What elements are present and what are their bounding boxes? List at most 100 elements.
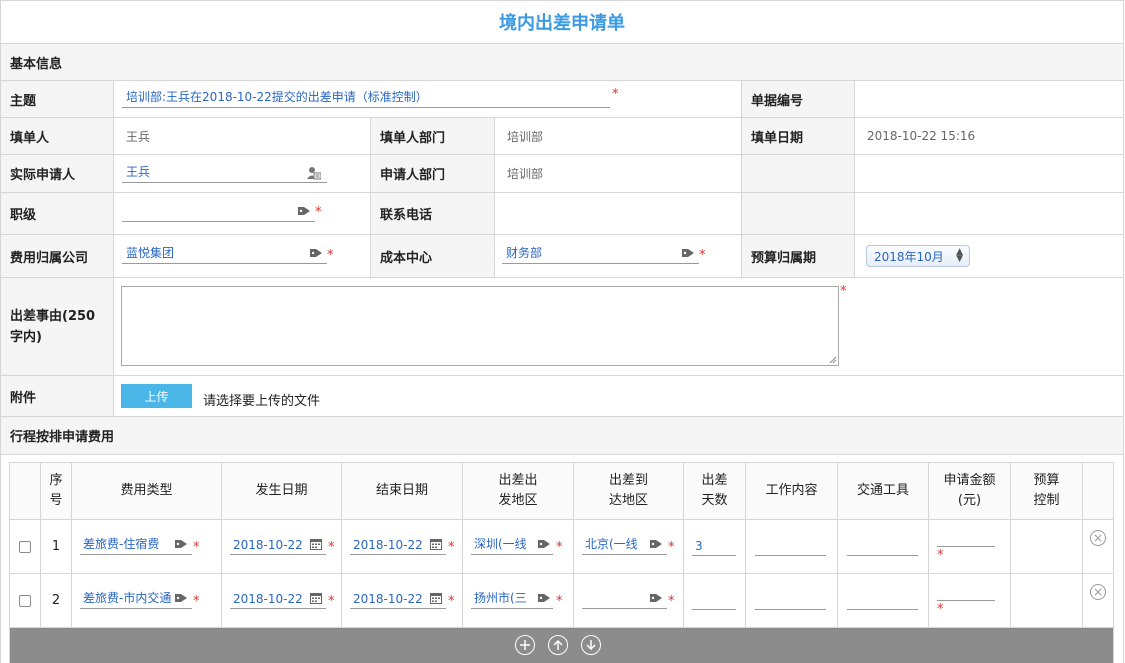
reason-textarea[interactable]	[121, 286, 839, 366]
from-cell: 深圳(一线 *	[463, 520, 574, 574]
move-up-icon[interactable]	[548, 635, 568, 655]
budget-period-label: 预算归属期	[742, 235, 855, 277]
attachment-cell: 上传 请选择要上传的文件	[114, 376, 1123, 416]
subject-input[interactable]: 培训部:王兵在2018-10-22提交的出差申请（标准控制）	[122, 88, 610, 108]
delete-row-icon[interactable]: ×	[1090, 584, 1106, 600]
header-from: 出差出 发地区	[463, 463, 574, 520]
amount-input[interactable]	[937, 581, 995, 601]
reason-label: 出差事由(250字内)	[1, 278, 114, 375]
tag-icon[interactable]	[175, 539, 187, 549]
rank-input[interactable]	[122, 202, 315, 222]
applicant-dept-label: 申请人部门	[371, 155, 495, 192]
company-cell: 蓝悦集团 *	[114, 235, 371, 277]
empty-label-cell	[742, 193, 855, 234]
cost-center-input[interactable]: 财务部	[502, 244, 699, 264]
work-input[interactable]	[755, 590, 826, 610]
transport-input[interactable]	[847, 590, 918, 610]
start-date-cell: 2018-10-22 *	[222, 520, 342, 574]
from-value: 扬州市(三	[474, 591, 527, 605]
cost-center-value: 财务部	[506, 246, 543, 260]
required-mark: *	[448, 540, 455, 555]
start-date-value: 2018-10-22	[233, 538, 303, 552]
phone-value[interactable]	[495, 193, 742, 234]
row-rank: 职级 * 联系电话	[1, 193, 1123, 235]
tag-icon[interactable]	[650, 593, 662, 603]
row-select-cell	[10, 574, 41, 628]
required-mark: *	[328, 594, 335, 609]
applicant-label: 实际申请人	[1, 155, 114, 192]
header-to: 出差到 达地区	[574, 463, 684, 520]
header-start-date: 发生日期	[222, 463, 342, 520]
required-mark: *	[328, 540, 335, 555]
applicant-value: 王兵	[126, 165, 151, 179]
applicant-input[interactable]: 王兵	[122, 163, 327, 183]
transport-input[interactable]	[847, 536, 918, 556]
row-checkbox[interactable]	[19, 595, 31, 607]
section-basic-title: 基本信息	[10, 56, 63, 72]
from-value: 深圳(一线	[474, 537, 527, 551]
header-days: 出差 天数	[684, 463, 746, 520]
tag-icon[interactable]	[538, 539, 550, 549]
days-cell: 3	[684, 520, 746, 574]
form-title: 境内出差申请单	[499, 13, 625, 34]
move-down-icon[interactable]	[581, 635, 601, 655]
expense-type-value: 差旅费-市内交通	[83, 591, 172, 605]
section-trip: 行程按排申请费用	[1, 417, 1123, 455]
required-mark: *	[556, 540, 563, 555]
header-no: 序 号	[41, 463, 72, 520]
upload-hint: 请选择要上传的文件	[203, 394, 321, 409]
tag-icon[interactable]	[298, 206, 310, 216]
required-mark: *	[937, 548, 944, 563]
resize-handle-icon[interactable]	[829, 356, 837, 364]
work-input[interactable]	[755, 536, 826, 556]
required-mark: *	[556, 594, 563, 609]
tag-icon[interactable]	[538, 593, 550, 603]
amount-input[interactable]	[937, 527, 995, 547]
add-row-icon[interactable]	[515, 635, 535, 655]
subject-cell: 培训部:王兵在2018-10-22提交的出差申请（标准控制） *	[114, 81, 742, 117]
tag-icon[interactable]	[650, 539, 662, 549]
row-company: 费用归属公司 蓝悦集团 * 成本中心 财务部 * 预算归属期 2018年10月 …	[1, 235, 1123, 278]
header-select	[10, 463, 41, 520]
rank-cell: *	[114, 193, 371, 234]
actions-cell: ×	[1083, 574, 1113, 628]
row-filler: 填单人 王兵 填单人部门 培训部 填单日期 2018-10-22 15:16	[1, 118, 1123, 155]
required-mark: *	[840, 284, 847, 299]
header-budget: 预算 控制	[1011, 463, 1083, 520]
attachment-label: 附件	[1, 376, 114, 416]
expense-type-value: 差旅费-住宿费	[83, 537, 160, 551]
cost-center-label: 成本中心	[371, 235, 495, 277]
filler-dept-label: 填单人部门	[371, 118, 495, 154]
calendar-icon[interactable]	[310, 538, 322, 550]
required-mark: *	[699, 248, 706, 263]
days-input[interactable]: 3	[692, 536, 736, 556]
tag-icon[interactable]	[175, 593, 187, 603]
budget-period-select[interactable]: 2018年10月 ▲ ▼	[866, 245, 970, 267]
row-no: 2	[41, 574, 72, 628]
row-checkbox[interactable]	[19, 541, 31, 553]
company-input[interactable]: 蓝悦集团	[122, 244, 327, 264]
row-applicant: 实际申请人 王兵 申请人部门 培训部	[1, 155, 1123, 193]
calendar-icon[interactable]	[310, 592, 322, 604]
reason-cell: *	[114, 278, 1123, 375]
doc-no-label: 单据编号	[742, 81, 855, 117]
header-work: 工作内容	[746, 463, 838, 520]
budget-cell	[1011, 574, 1083, 628]
upload-button[interactable]: 上传	[121, 384, 192, 408]
calendar-icon[interactable]	[430, 592, 442, 604]
calendar-icon[interactable]	[430, 538, 442, 550]
days-input[interactable]	[692, 590, 736, 610]
tag-icon[interactable]	[682, 248, 694, 258]
section-basic-info: 基本信息	[1, 44, 1123, 81]
subject-value: 培训部:王兵在2018-10-22提交的出差申请（标准控制）	[126, 90, 428, 104]
delete-row-icon[interactable]: ×	[1090, 530, 1106, 546]
end-date-value: 2018-10-22	[353, 538, 423, 552]
header-actions	[1083, 463, 1113, 520]
start-date-value: 2018-10-22	[233, 592, 303, 606]
row-reason: 出差事由(250字内) *	[1, 278, 1123, 376]
end-date-cell: 2018-10-22 *	[342, 574, 463, 628]
row-select-cell	[10, 520, 41, 574]
contact-card-icon[interactable]	[307, 166, 321, 180]
tag-icon[interactable]	[310, 248, 322, 258]
cost-center-cell: 财务部 *	[495, 235, 742, 277]
